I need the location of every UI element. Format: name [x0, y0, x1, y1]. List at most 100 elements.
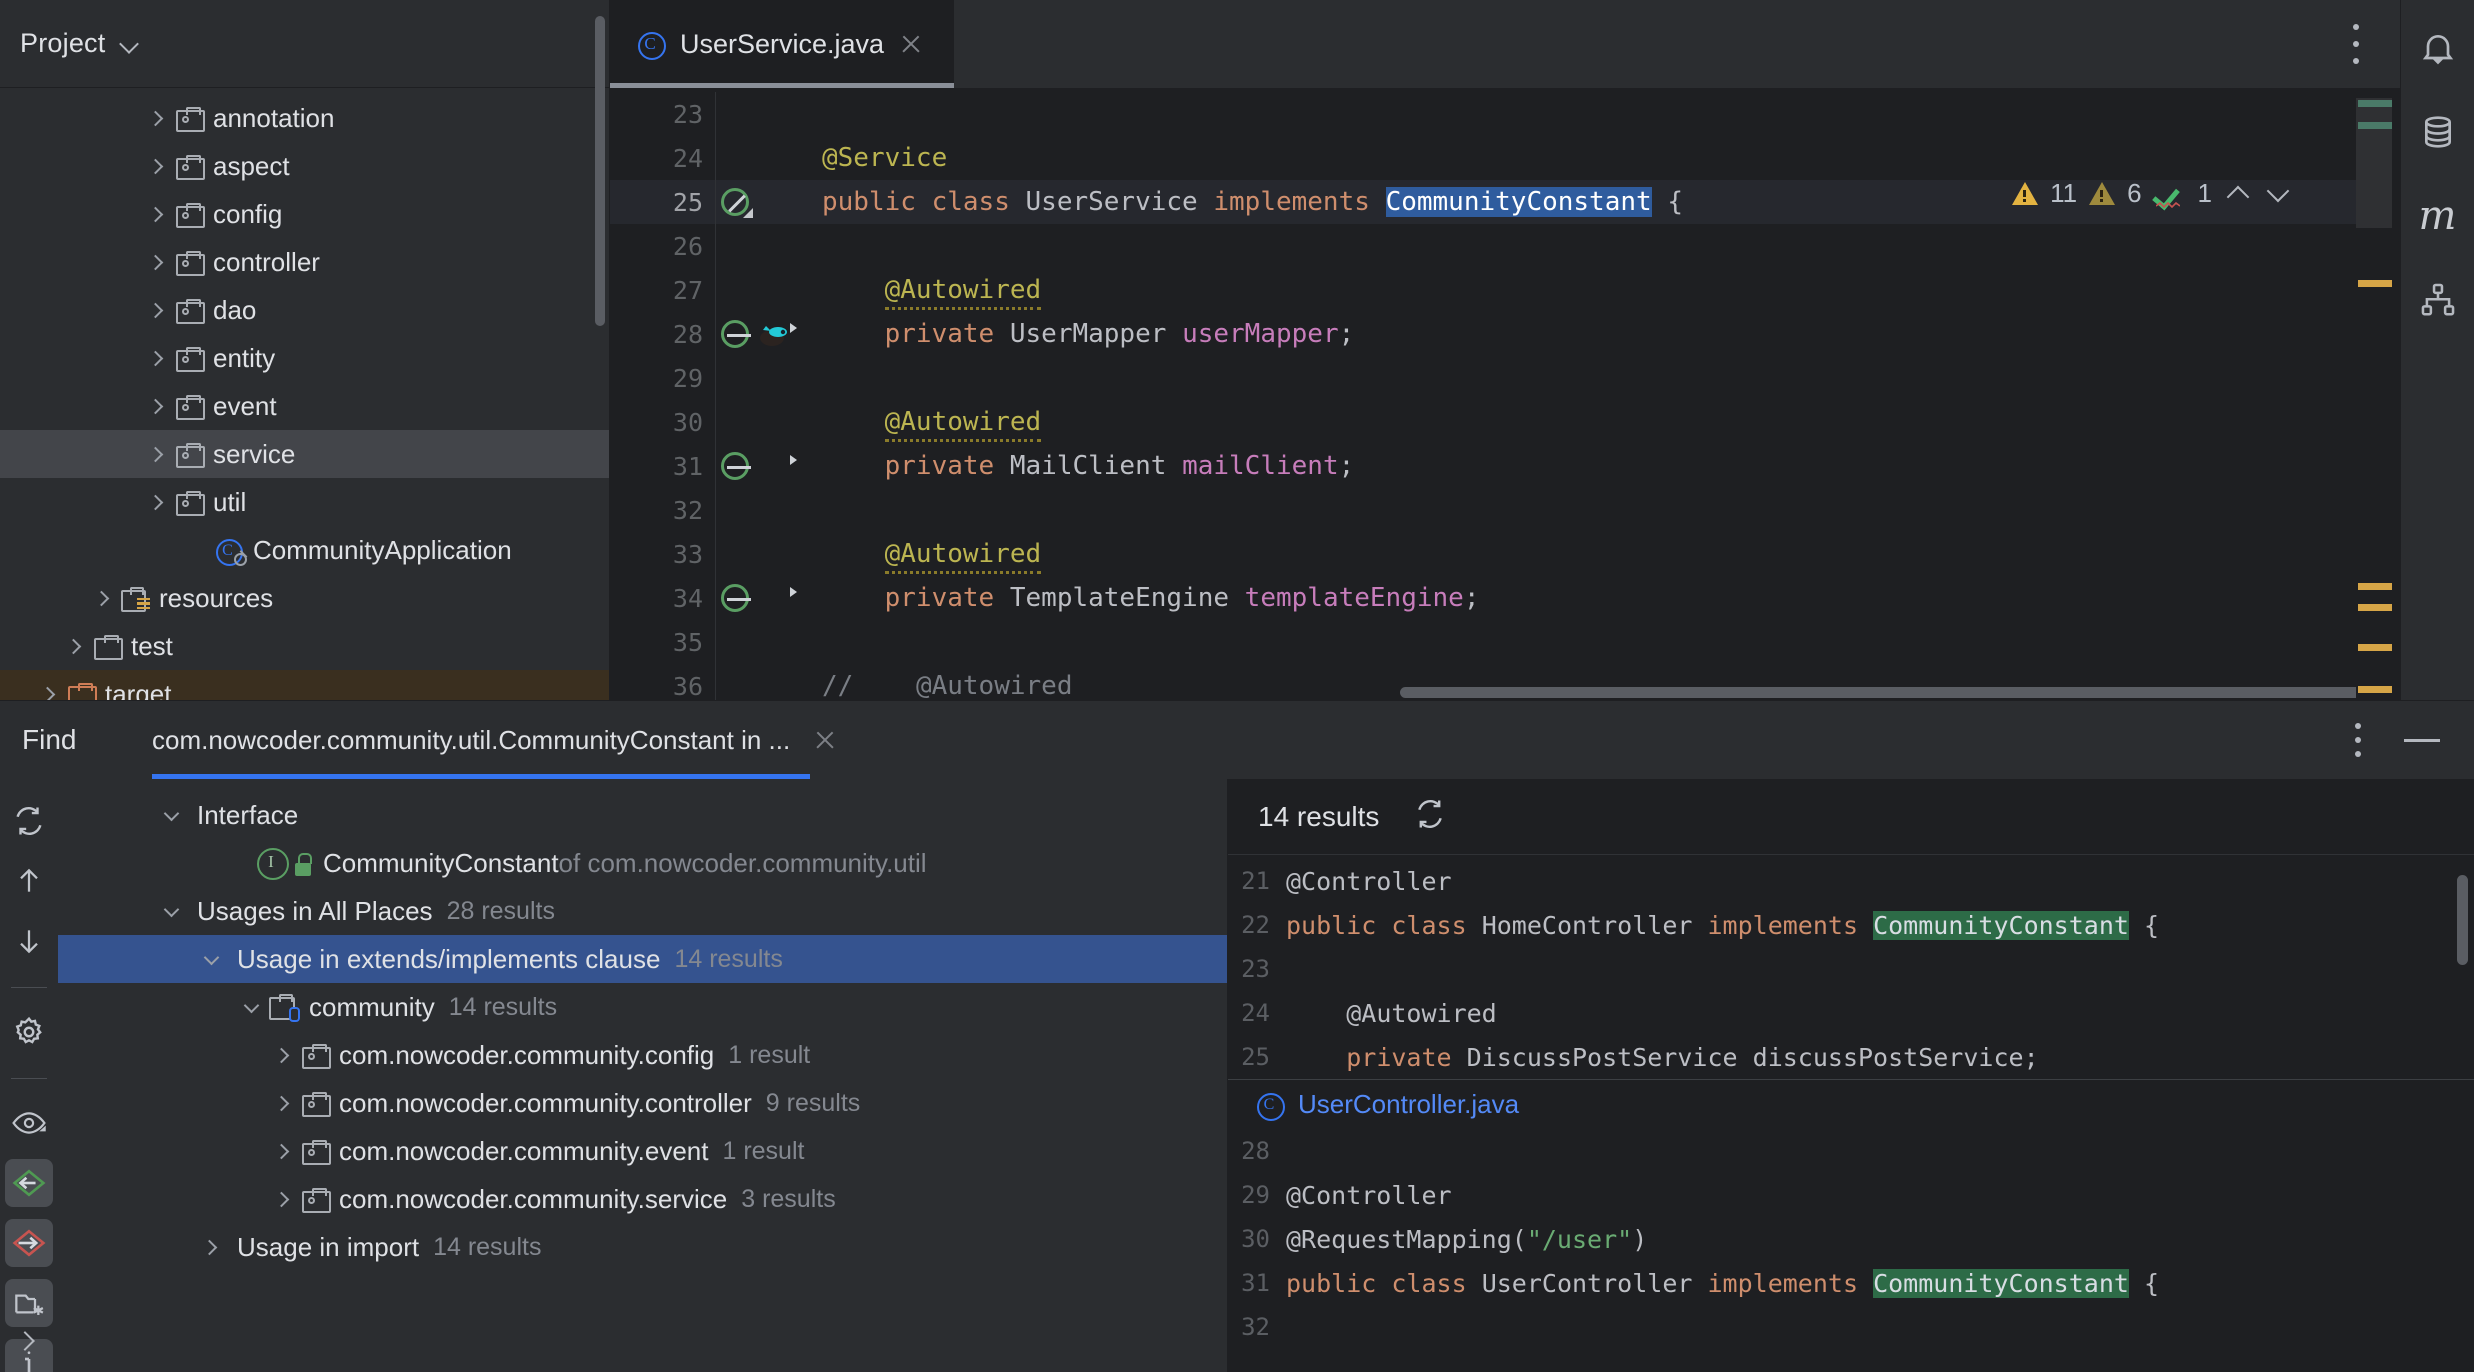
code-line[interactable]: 27 @Autowired — [610, 268, 2400, 312]
next-occurrence-icon[interactable] — [5, 917, 53, 965]
refresh-icon[interactable] — [1413, 797, 1447, 836]
find-preview-pane[interactable]: 14 results 21 @Controller 22 public class H… — [1228, 779, 2474, 1372]
close-icon[interactable] — [898, 31, 924, 57]
chevron-down-icon[interactable] — [119, 33, 141, 55]
find-tree-item[interactable]: com.nowcoder.community.event 1 result — [58, 1127, 1227, 1175]
inspections-widget[interactable]: 11 6 1 — [2012, 178, 2292, 209]
chevron-right-icon[interactable] — [140, 286, 174, 334]
project-tree[interactable]: annotation aspect config controller dao entit… — [0, 88, 609, 700]
kebab-menu-icon[interactable] — [2354, 723, 2362, 757]
stripe-marker[interactable] — [2358, 100, 2392, 107]
settings-gear-icon[interactable] — [5, 1008, 53, 1056]
project-tree-item-resources[interactable]: resources — [0, 574, 609, 622]
chevron-down-icon[interactable] — [2264, 180, 2292, 208]
chevron-right-icon[interactable] — [14, 1328, 40, 1354]
chevron-right-icon[interactable] — [140, 430, 174, 478]
project-tree-item-config[interactable]: config — [0, 190, 609, 238]
code-line[interactable]: 24 @Service — [610, 136, 2400, 180]
close-icon[interactable] — [812, 727, 838, 753]
chevron-right-icon[interactable] — [140, 334, 174, 382]
chevron-down-icon[interactable] — [234, 983, 268, 1031]
find-tree-item[interactable]: I CommunityConstant of com.nowcoder.commu… — [58, 839, 1227, 887]
mybatis-mapper-gutter-icon[interactable] — [757, 320, 791, 348]
code-line[interactable]: 33 @Autowired — [610, 532, 2400, 576]
project-tree-item-target[interactable]: target — [0, 670, 609, 700]
minimize-icon[interactable] — [2404, 738, 2440, 742]
project-tree-item-annotation[interactable]: annotation — [0, 94, 609, 142]
show-write-access-icon[interactable] — [5, 1219, 53, 1267]
chevron-right-icon[interactable] — [266, 1031, 300, 1079]
chevron-right-icon[interactable] — [266, 1127, 300, 1175]
preview-code-line[interactable]: 30 @RequestMapping("/user") — [1228, 1217, 2474, 1261]
spring-bean-gutter-icon[interactable] — [721, 452, 751, 480]
find-tree-item[interactable]: Usage in import 14 results — [58, 1223, 1227, 1271]
find-tree-item[interactable]: Interface — [58, 791, 1227, 839]
code-editor[interactable]: 11 6 1 23 24 @Service 25 public class UserSe… — [610, 88, 2400, 700]
project-tree-item-test[interactable]: test — [0, 622, 609, 670]
preview-code-line[interactable]: 32 — [1228, 1305, 2474, 1349]
preview-scrollbar[interactable] — [2457, 875, 2468, 965]
find-tree-item[interactable]: com.nowcoder.community.config 1 result — [58, 1031, 1227, 1079]
code-line[interactable]: 31 private MailClient mailClient; — [610, 444, 2400, 488]
chevron-right-icon[interactable] — [86, 574, 120, 622]
chevron-down-icon[interactable] — [154, 887, 188, 935]
chevron-right-icon[interactable] — [140, 142, 174, 190]
show-read-access-icon[interactable] — [5, 1159, 53, 1207]
editor-tab-userservice[interactable]: C UserService.java — [610, 0, 955, 88]
project-tree-scrollbar[interactable] — [595, 16, 605, 326]
project-tree-item-util[interactable]: util — [0, 478, 609, 526]
preview-code-line[interactable]: 23 — [1228, 947, 2474, 991]
stripe-marker[interactable] — [2358, 604, 2392, 611]
rerun-search-icon[interactable] — [5, 797, 53, 845]
stripe-marker[interactable] — [2358, 122, 2392, 129]
previous-occurrence-icon[interactable] — [5, 857, 53, 905]
preview-code-line[interactable]: 21 @Controller — [1228, 859, 2474, 903]
code-line[interactable]: 35 — [610, 620, 2400, 664]
find-tree-item[interactable]: community 14 results — [58, 983, 1227, 1031]
find-tree-item[interactable]: com.nowcoder.community.controller 9 resul… — [58, 1079, 1227, 1127]
chevron-right-icon[interactable] — [140, 94, 174, 142]
code-line[interactable]: 34 private TemplateEngine templateEngine… — [610, 576, 2400, 620]
preview-code-line[interactable]: 22 public class HomeController implements… — [1228, 903, 2474, 947]
project-tree-item-controller[interactable]: controller — [0, 238, 609, 286]
kebab-menu-icon[interactable] — [2352, 24, 2360, 64]
preview-code-line[interactable]: 29 @Controller — [1228, 1173, 2474, 1217]
stripe-marker[interactable] — [2358, 280, 2392, 287]
code-line[interactable]: 23 — [610, 92, 2400, 136]
find-tree-item[interactable]: com.nowcoder.community.service 3 results — [58, 1175, 1227, 1223]
chevron-down-icon[interactable] — [154, 791, 188, 839]
chevron-right-icon[interactable] — [194, 1223, 228, 1271]
stripe-marker[interactable] — [2358, 583, 2392, 590]
code-line[interactable]: 32 — [610, 488, 2400, 532]
code-line[interactable]: 26 — [610, 224, 2400, 268]
maven-icon[interactable]: m — [2416, 193, 2460, 239]
chevron-right-icon[interactable] — [140, 382, 174, 430]
chevron-right-icon[interactable] — [58, 622, 92, 670]
notifications-icon[interactable] — [2416, 26, 2460, 70]
code-line[interactable]: 30 @Autowired — [610, 400, 2400, 444]
editor-horizontal-scrollbar[interactable] — [1400, 687, 2400, 698]
project-tree-item-entity[interactable]: entity — [0, 334, 609, 382]
preview-file-header[interactable]: C UserController.java — [1228, 1079, 2474, 1129]
chevron-up-icon[interactable] — [2224, 180, 2252, 208]
project-tree-item-event[interactable]: event — [0, 382, 609, 430]
find-result-tab[interactable]: com.nowcoder.community.util.CommunityCon… — [152, 701, 844, 779]
database-icon[interactable] — [2416, 110, 2460, 154]
project-tree-item-communityapplication[interactable]: C CommunityApplication — [0, 526, 609, 574]
preview-code-line[interactable]: 25 private DiscussPostService discussPos… — [1228, 1035, 2474, 1079]
chevron-right-icon[interactable] — [140, 190, 174, 238]
project-tree-item-service[interactable]: service — [0, 430, 609, 478]
find-tree-item[interactable]: Usages in All Places 28 results — [58, 887, 1227, 935]
spring-bean-gutter-icon[interactable] — [721, 320, 751, 348]
code-line[interactable]: 28 private UserMapper userMapper; — [610, 312, 2400, 356]
find-tree-item[interactable]: Usage in extends/implements clause 14 res… — [58, 935, 1227, 983]
stripe-marker[interactable] — [2358, 686, 2392, 693]
chevron-right-icon[interactable] — [266, 1175, 300, 1223]
code-line[interactable]: 29 — [610, 356, 2400, 400]
preview-code-line[interactable]: 31 public class UserController implements… — [1228, 1261, 2474, 1305]
spring-bean-gutter-icon[interactable] — [721, 584, 751, 612]
find-results-tree[interactable]: Interface I CommunityConstant of com.nowco… — [58, 779, 1228, 1372]
project-tree-item-dao[interactable]: dao — [0, 286, 609, 334]
chevron-right-icon[interactable] — [266, 1079, 300, 1127]
chevron-right-icon[interactable] — [140, 238, 174, 286]
